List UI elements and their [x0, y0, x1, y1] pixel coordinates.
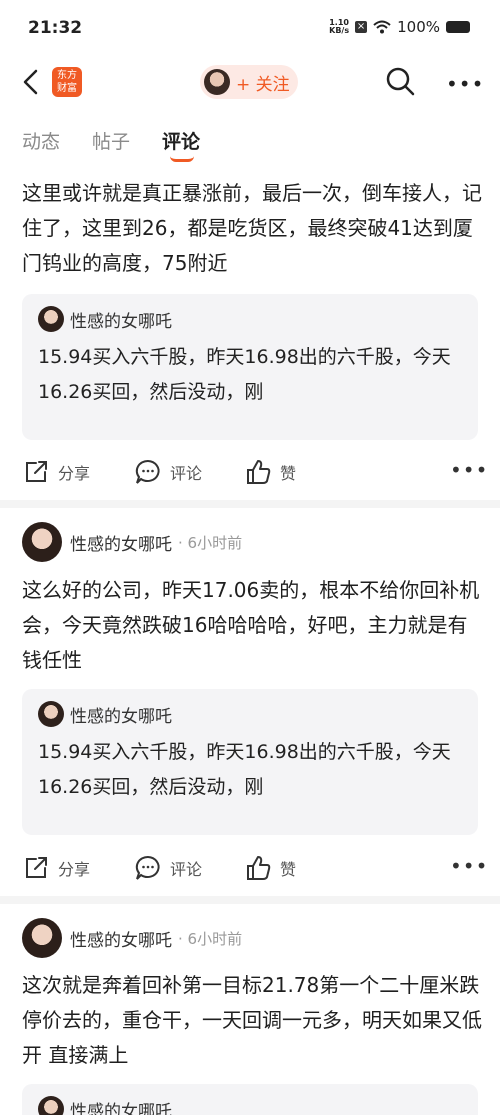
comment-text[interactable]: 这次就是奔着回补第一目标21.78第一个二十厘米跌停价去的，重仓干，一天回调一元… [22, 968, 482, 1073]
share-icon [26, 461, 47, 482]
follow-button[interactable]: + 关注 [200, 65, 298, 99]
more-menu-icon[interactable]: ••• [446, 72, 483, 96]
comment-text[interactable]: 这么好的公司，昨天17.06卖的，根本不给你回补机会，今天竟然跌破16哈哈哈哈，… [22, 573, 482, 678]
quote-header: 性感的女哪吒 [38, 1096, 172, 1115]
avatar[interactable] [22, 918, 62, 958]
top-bar: 东方 财富 + 关注 ••• [0, 58, 500, 106]
tab-comments[interactable]: 评论 [162, 127, 200, 154]
search-icon[interactable] [385, 66, 415, 96]
avatar [38, 701, 64, 727]
share-label: 分享 [58, 860, 91, 879]
battery-icon [446, 21, 470, 33]
share-label: 分享 [58, 464, 91, 483]
status-time: 21:32 [28, 18, 83, 38]
comment-label: 评论 [170, 464, 203, 483]
like-button[interactable]: 赞 [244, 458, 296, 486]
status-bar: 21:32 1.10 KB/s × 100% [0, 0, 500, 58]
share-icon [26, 857, 47, 878]
comment-button[interactable]: 评论 [134, 458, 202, 486]
quoted-post[interactable]: 性感的女哪吒 15.94买入六千股，昨天16.98出的六千股，今天16.26买回… [22, 294, 478, 440]
like-label: 赞 [280, 860, 297, 879]
divider [0, 896, 500, 904]
quote-author: 性感的女哪吒 [70, 1101, 172, 1115]
quote-header: 性感的女哪吒 [38, 701, 172, 727]
action-row: 分享 评论 赞 ••• [0, 452, 500, 492]
author-row: 性感的女哪吒 · 6小时前 [22, 918, 242, 958]
battery-percent: 100% [397, 18, 440, 36]
more-icon[interactable]: ••• [450, 458, 488, 482]
quoted-post[interactable]: 性感的女哪吒 [22, 1084, 478, 1115]
share-button[interactable]: 分享 [22, 458, 90, 486]
more-icon[interactable]: ••• [450, 854, 488, 878]
follow-label: + 关注 [236, 74, 290, 95]
quote-text: 15.94买入六千股，昨天16.98出的六千股，今天16.26买回，然后没动，刚 [38, 346, 451, 403]
divider [0, 500, 500, 508]
post-time: · 6小时前 [178, 533, 243, 552]
post-time: · 6小时前 [178, 929, 243, 948]
quote-text: 15.94买入六千股，昨天16.98出的六千股，今天16.26买回，然后没动，刚 [38, 741, 451, 798]
avatar [204, 69, 230, 95]
quote-author: 性感的女哪吒 [70, 311, 172, 332]
network-speed: 1.10 KB/s [329, 18, 350, 35]
thumbs-up-icon [247, 460, 271, 484]
avatar[interactable] [22, 522, 62, 562]
app-logo[interactable]: 东方 财富 [52, 67, 82, 97]
action-row: 分享 评论 赞 ••• [0, 848, 500, 888]
author-row: 性感的女哪吒 · 6小时前 [22, 522, 242, 562]
quote-author: 性感的女哪吒 [70, 706, 172, 727]
profile-tabs: 动态 帖子 评论 [0, 122, 500, 162]
author-name[interactable]: 性感的女哪吒 [70, 530, 172, 555]
like-label: 赞 [280, 464, 297, 483]
comment-icon [135, 855, 160, 880]
comment-button[interactable]: 评论 [134, 854, 202, 882]
comment-icon [135, 459, 160, 484]
thumbs-up-icon [247, 856, 271, 880]
comment-label: 评论 [170, 860, 203, 879]
avatar [38, 1096, 64, 1115]
quote-header: 性感的女哪吒 [38, 306, 172, 332]
share-button[interactable]: 分享 [22, 854, 90, 882]
wifi-icon [373, 20, 391, 34]
avatar [38, 306, 64, 332]
quoted-post[interactable]: 性感的女哪吒 15.94买入六千股，昨天16.98出的六千股，今天16.26买回… [22, 689, 478, 835]
tab-dynamics[interactable]: 动态 [22, 127, 60, 154]
tab-posts[interactable]: 帖子 [92, 127, 130, 154]
notification-icon: × [355, 21, 368, 33]
like-button[interactable]: 赞 [244, 854, 296, 882]
status-indicators: 1.10 KB/s × 100% [329, 18, 470, 36]
author-name[interactable]: 性感的女哪吒 [70, 926, 172, 951]
back-arrow-icon[interactable] [18, 68, 46, 96]
active-tab-indicator [170, 156, 194, 162]
comment-text[interactable]: 这里或许就是真正暴涨前，最后一次，倒车接人，记住了，这里到26，都是吃货区，最终… [22, 176, 482, 281]
